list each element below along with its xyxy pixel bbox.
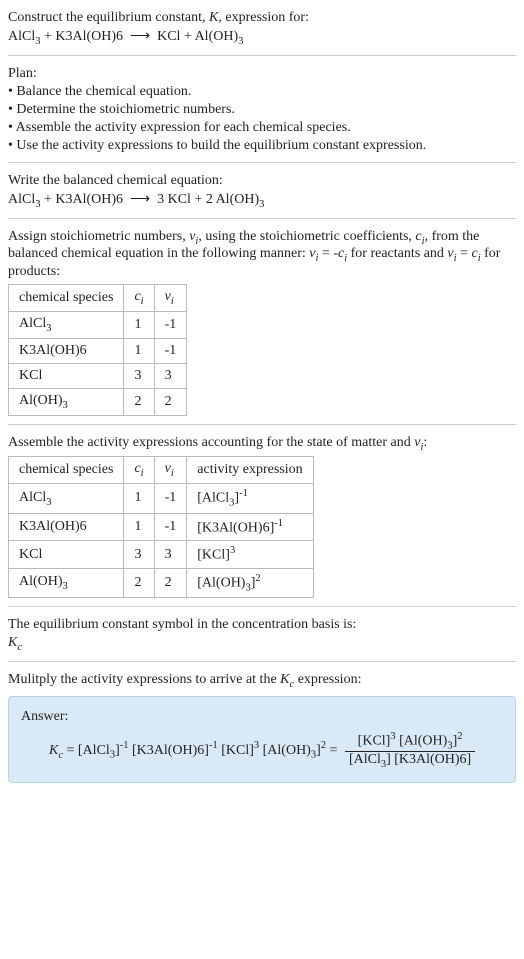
col-header: chemical species (9, 285, 124, 312)
symbol-line1: The equilibrium constant symbol in the c… (8, 617, 516, 633)
answer-formula: Kc = [AlCl3]-1 [K3Al(OH)6]-1 [KCl]3 [Al(… (21, 731, 503, 770)
balanced-equation: AlCl3 + K3Al(OH)6 ⟶ 3 KCl + 2 Al(OH)3 (8, 191, 516, 210)
cell: 1 (124, 311, 154, 338)
title-equation: AlCl3 + K3Al(OH)6 ⟶ KCl + Al(OH)3 (8, 28, 516, 47)
answer-fraction: [KCl]3 [Al(OH)3]2 [AlCl3] [K3Al(OH)6] (345, 731, 475, 770)
col-header: activity expression (187, 457, 313, 484)
balanced-heading: Write the balanced chemical equation: (8, 173, 516, 189)
col-header: νi (154, 457, 187, 484)
cell: 2 (154, 568, 187, 597)
table-row: Al(OH)3 2 2 (9, 388, 187, 415)
table-row: AlCl3 1 -1 (9, 311, 187, 338)
table-row: K3Al(OH)6 1 -1 (9, 338, 187, 363)
cell: Al(OH)3 (9, 388, 124, 415)
cell: -1 (154, 311, 187, 338)
cell: AlCl3 (9, 311, 124, 338)
table-row: KCl 3 3 (9, 363, 187, 388)
plan-heading: Plan: (8, 66, 516, 82)
plan-item: • Assemble the activity expression for e… (8, 120, 516, 136)
cell: K3Al(OH)6 (9, 513, 124, 541)
cell: K3Al(OH)6 (9, 338, 124, 363)
table-row: chemical species ci νi (9, 285, 187, 312)
cell: 1 (124, 338, 154, 363)
table-row: KCl 3 3 [KCl]3 (9, 541, 314, 569)
cell: 3 (154, 363, 187, 388)
stoich-section: Assign stoichiometric numbers, νi, using… (8, 218, 516, 416)
col-header: ci (124, 457, 154, 484)
answer-denominator: [AlCl3] [K3Al(OH)6] (345, 752, 475, 770)
cell: [AlCl3]-1 (187, 484, 313, 513)
plan-item: • Determine the stoichiometric numbers. (8, 102, 516, 118)
table-row: K3Al(OH)6 1 -1 [K3Al(OH)6]-1 (9, 513, 314, 541)
activity-intro: Assemble the activity expressions accoun… (8, 435, 516, 453)
table-row: chemical species ci νi activity expressi… (9, 457, 314, 484)
cell: [Al(OH)3]2 (187, 568, 313, 597)
cell: 2 (124, 388, 154, 415)
col-header: chemical species (9, 457, 124, 484)
cell: [K3Al(OH)6]-1 (187, 513, 313, 541)
multiply-intro: Mulitply the activity expressions to arr… (8, 672, 516, 690)
cell: -1 (154, 338, 187, 363)
symbol-line2: Kc (8, 635, 516, 653)
activity-section: Assemble the activity expressions accoun… (8, 424, 516, 599)
answer-numerator: [KCl]3 [Al(OH)3]2 (345, 731, 475, 752)
cell: KCl (9, 363, 124, 388)
stoich-intro: Assign stoichiometric numbers, νi, using… (8, 229, 516, 281)
cell: Al(OH)3 (9, 568, 124, 597)
cell: 2 (154, 388, 187, 415)
balanced-section: Write the balanced chemical equation: Al… (8, 162, 516, 210)
cell: 1 (124, 484, 154, 513)
plan-item: • Balance the chemical equation. (8, 84, 516, 100)
cell: 3 (124, 363, 154, 388)
cell: 3 (154, 541, 187, 569)
stoich-table: chemical species ci νi AlCl3 1 -1 K3Al(O… (8, 284, 187, 415)
cell: 3 (124, 541, 154, 569)
answer-box: Answer: Kc = [AlCl3]-1 [K3Al(OH)6]-1 [KC… (8, 696, 516, 783)
answer-label: Answer: (21, 709, 503, 725)
cell: -1 (154, 484, 187, 513)
answer-section: Mulitply the activity expressions to arr… (8, 661, 516, 783)
cell: KCl (9, 541, 124, 569)
cell: -1 (154, 513, 187, 541)
plan-item: • Use the activity expressions to build … (8, 138, 516, 154)
title-line: Construct the equilibrium constant, K, e… (8, 10, 516, 26)
cell: 2 (124, 568, 154, 597)
symbol-section: The equilibrium constant symbol in the c… (8, 606, 516, 653)
col-header: νi (154, 285, 187, 312)
cell: 1 (124, 513, 154, 541)
plan-section: Plan: • Balance the chemical equation. •… (8, 55, 516, 154)
cell: AlCl3 (9, 484, 124, 513)
table-row: AlCl3 1 -1 [AlCl3]-1 (9, 484, 314, 513)
cell: [KCl]3 (187, 541, 313, 569)
activity-table: chemical species ci νi activity expressi… (8, 456, 314, 598)
col-header: ci (124, 285, 154, 312)
table-row: Al(OH)3 2 2 [Al(OH)3]2 (9, 568, 314, 597)
title-section: Construct the equilibrium constant, K, e… (8, 10, 516, 47)
